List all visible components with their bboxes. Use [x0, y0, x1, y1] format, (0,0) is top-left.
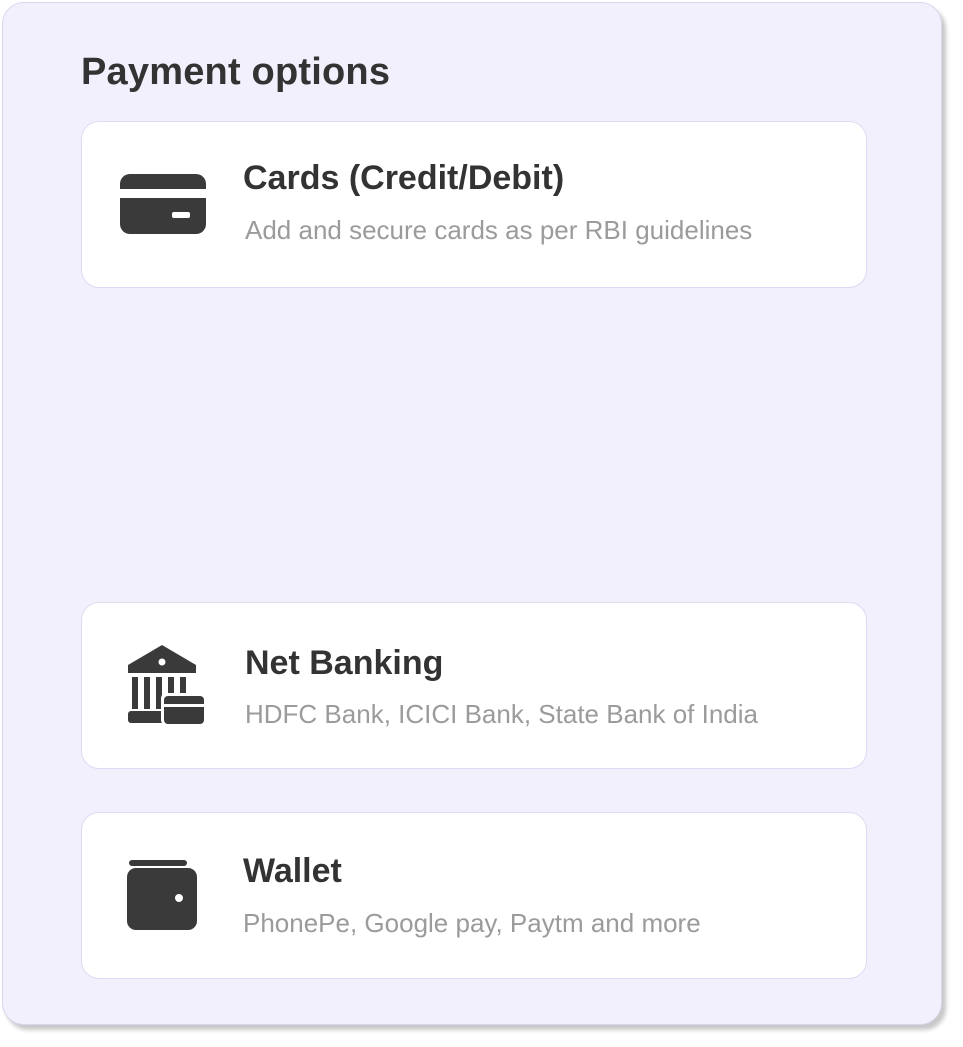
payment-options-panel: Payment options Cards (Credit/Debit) Add… — [2, 2, 942, 1025]
panel-title: Payment options — [81, 51, 391, 93]
option-cards-description: Add and secure cards as per RBI guidelin… — [245, 215, 753, 245]
option-cards-label: Cards (Credit/Debit) — [243, 159, 565, 197]
wallet-icon — [127, 860, 197, 930]
option-cards[interactable]: Cards (Credit/Debit) Add and secure card… — [81, 121, 867, 288]
option-net-banking-label: Net Banking — [245, 644, 444, 682]
credit-card-icon — [120, 174, 206, 234]
option-wallet-description: PhonePe, Google pay, Paytm and more — [243, 908, 701, 938]
option-net-banking-description: HDFC Bank, ICICI Bank, State Bank of Ind… — [245, 699, 759, 729]
option-net-banking[interactable]: Net Banking HDFC Bank, ICICI Bank, State… — [81, 602, 867, 769]
option-wallet[interactable]: Wallet PhonePe, Google pay, Paytm and mo… — [81, 812, 867, 979]
bank-icon — [128, 645, 206, 725]
option-wallet-label: Wallet — [243, 852, 342, 890]
